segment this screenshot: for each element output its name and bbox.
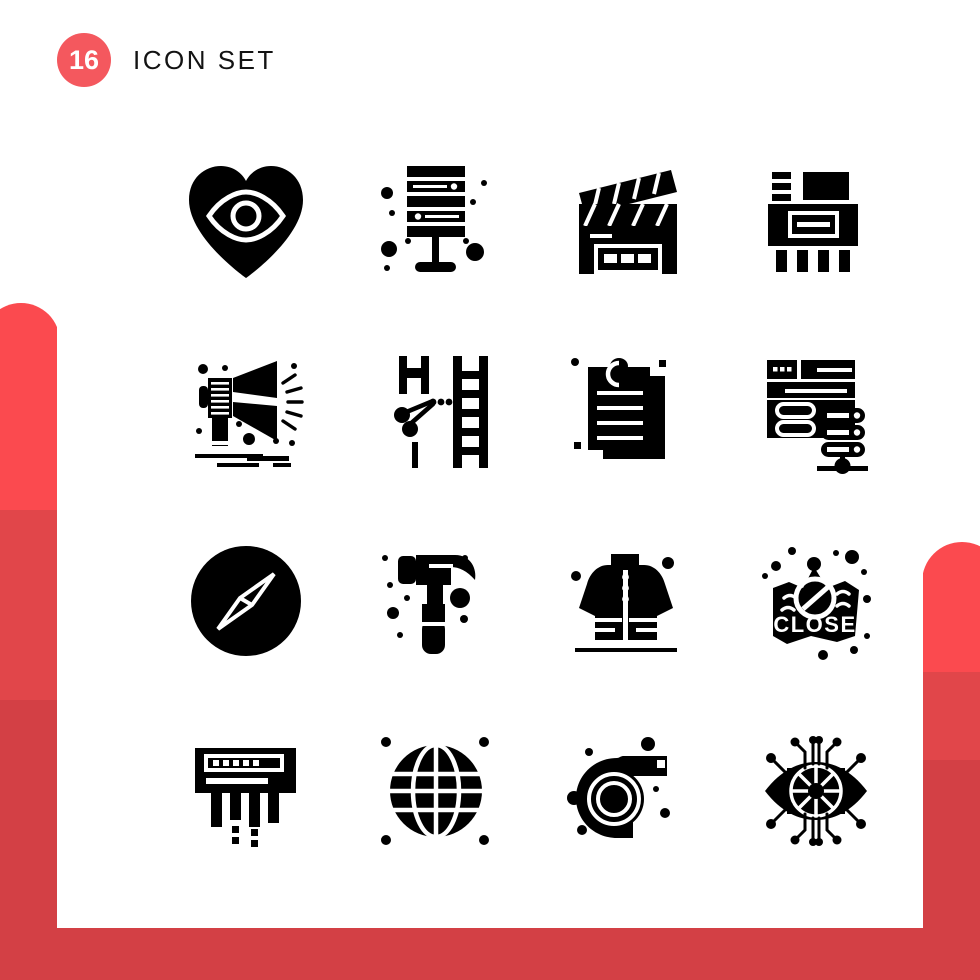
icon-cell-megaphone[interactable] — [151, 316, 341, 506]
whistle-icon — [567, 737, 670, 838]
clapperboard-icon — [579, 170, 677, 274]
deco-shape-left-dark — [0, 700, 60, 980]
icon-cell-ladder-cut[interactable] — [341, 316, 531, 506]
deco-shape-left-mid — [0, 510, 60, 810]
printer-icon — [768, 172, 858, 272]
server-rack-icon — [381, 166, 487, 272]
close-sign-text: CLOSE — [773, 612, 856, 637]
content-card: 16 Icon Set — [57, 0, 923, 928]
icon-cell-web-hosting[interactable] — [721, 316, 911, 506]
deco-shape-bottom — [0, 928, 980, 980]
icon-cell-coat[interactable] — [531, 506, 721, 696]
page-header: 16 Icon Set — [57, 33, 276, 87]
coat-icon — [571, 554, 677, 652]
clipboard-icon — [571, 358, 666, 459]
icon-cell-compass[interactable] — [151, 506, 341, 696]
ladder-cut-icon — [394, 356, 488, 468]
icon-cell-whistle[interactable] — [531, 696, 721, 886]
tech-eye-icon — [765, 736, 867, 846]
icon-grid: CLOSE — [151, 126, 951, 886]
icon-cell-heart-eye[interactable] — [151, 126, 341, 316]
megaphone-icon — [195, 361, 304, 467]
compass-icon — [191, 546, 301, 656]
icon-cell-clipboard[interactable] — [531, 316, 721, 506]
icon-cell-printer[interactable] — [721, 126, 911, 316]
icon-count-badge: 16 — [57, 33, 111, 87]
icon-cell-paper-shredder[interactable] — [151, 696, 341, 886]
icon-cell-clapperboard[interactable] — [531, 126, 721, 316]
paper-shredder-icon — [195, 748, 296, 847]
icon-set-poster: 16 Icon Set — [0, 0, 980, 980]
icon-cell-tech-eye[interactable] — [721, 696, 911, 886]
page-title: Icon Set — [133, 44, 276, 75]
globe-icon — [381, 737, 489, 845]
icon-cell-globe[interactable] — [341, 696, 531, 886]
web-hosting-icon — [767, 360, 868, 474]
close-sign-icon: CLOSE — [762, 547, 871, 660]
hammer-icon — [382, 555, 476, 654]
icon-cell-server-rack[interactable] — [341, 126, 531, 316]
icon-cell-hammer[interactable] — [341, 506, 531, 696]
deco-shape-left — [0, 303, 60, 980]
icon-cell-close-sign[interactable]: CLOSE — [721, 506, 911, 696]
heart-eye-icon — [189, 166, 303, 278]
